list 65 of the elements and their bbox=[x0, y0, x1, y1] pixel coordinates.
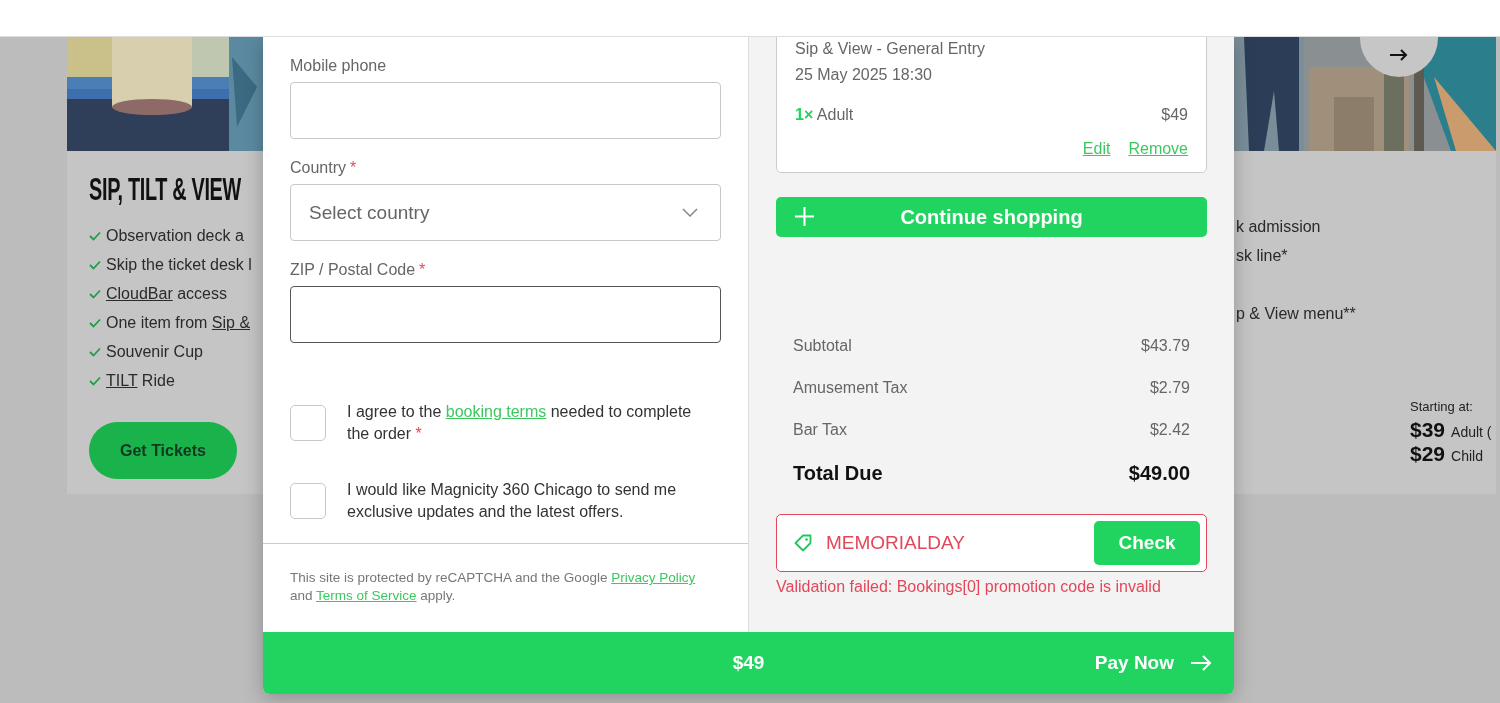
feature-text: p & View menu** bbox=[1236, 305, 1356, 323]
item-price: $49 bbox=[1161, 105, 1188, 125]
summary-value: $2.42 bbox=[1149, 421, 1190, 439]
summary-label: Subtotal bbox=[793, 337, 852, 355]
error-message: Validation failed: Bookings[0] promotion code is invalid bbox=[776, 577, 1162, 597]
field-label: Mobile phone bbox=[290, 57, 387, 75]
feature-text: CloudBar access bbox=[106, 285, 227, 303]
feature-text: sk line* bbox=[1236, 247, 1288, 265]
tag-icon bbox=[794, 534, 812, 552]
consent-text: I agree to the booking terms needed to complete the order * bbox=[347, 402, 693, 444]
check-icon bbox=[89, 376, 101, 386]
pay-amount: $49 bbox=[732, 652, 765, 674]
feature-text: k admission bbox=[1236, 218, 1321, 236]
feature-link[interactable]: TILT bbox=[106, 372, 138, 389]
feature-text: Skip the ticket desk l bbox=[106, 256, 252, 274]
check-icon bbox=[89, 347, 101, 357]
summary-label: Bar Tax bbox=[793, 421, 847, 439]
card-title: SIP, TILT & VIEW bbox=[89, 173, 241, 205]
item-date: 25 May 2025 18:30 bbox=[795, 65, 933, 85]
item-action-link[interactable]: Remove bbox=[1128, 140, 1188, 158]
field-label: ZIP / Postal Code bbox=[290, 261, 416, 279]
required-mark: * bbox=[350, 159, 357, 177]
continue-shopping-button[interactable]: Continue shopping bbox=[776, 197, 1207, 237]
price-unit: Adult ( bbox=[1451, 424, 1492, 440]
item-title: Sip & View - General Entry bbox=[795, 39, 986, 59]
checkbox[interactable] bbox=[290, 483, 326, 519]
terms-link[interactable]: Terms of Service bbox=[316, 588, 417, 603]
feature-text: One item from Sip & bbox=[106, 314, 251, 332]
promo-code-field[interactable]: MEMORIALDAY Check bbox=[776, 514, 1207, 572]
recaptcha-notice: This site is protected by reCAPTCHA and the Google Privacy Policy and Terms of Service apply. bbox=[290, 569, 697, 605]
summary-label: Amusement Tax bbox=[793, 379, 908, 397]
item-action-link[interactable]: Edit bbox=[1082, 140, 1111, 158]
check-icon bbox=[89, 318, 101, 328]
feature-text: Observation deck a bbox=[106, 227, 244, 245]
summary-value: $2.79 bbox=[1149, 379, 1190, 397]
plus-icon bbox=[794, 206, 815, 227]
price-amount: $39 bbox=[1410, 418, 1446, 442]
price-caption: Starting at: bbox=[1410, 399, 1474, 414]
feature-text: Souvenir Cup bbox=[106, 343, 203, 361]
summary-value: $49.00 bbox=[1128, 461, 1190, 485]
checkbox[interactable] bbox=[290, 405, 326, 441]
chevron-down-icon bbox=[682, 208, 698, 217]
country-select[interactable]: Select country bbox=[290, 184, 721, 241]
check-button[interactable]: Check bbox=[1094, 521, 1200, 565]
check-icon bbox=[89, 260, 101, 270]
consent-text: I would like Magnicity 360 Chicago to send me exclusive updates and the latest offers. bbox=[347, 480, 678, 522]
feature-link[interactable]: Sip & bbox=[211, 314, 251, 331]
check-icon bbox=[89, 289, 101, 299]
price-amount: $29 bbox=[1410, 442, 1446, 466]
price-unit: Child bbox=[1451, 448, 1483, 464]
pay-now-button[interactable]: Pay Now bbox=[1094, 648, 1212, 678]
required-mark: * bbox=[419, 261, 426, 279]
input-field[interactable] bbox=[290, 286, 721, 343]
get-tickets-button[interactable]: Get Tickets bbox=[89, 422, 237, 479]
arrow-right-icon bbox=[1390, 48, 1408, 61]
arrow-right-icon bbox=[1190, 655, 1212, 671]
check-icon bbox=[89, 231, 101, 241]
terms-link[interactable]: booking terms bbox=[445, 403, 547, 420]
ticket-line: 1× Adult bbox=[795, 105, 854, 125]
summary-value: $43.79 bbox=[1141, 337, 1190, 355]
feature-link[interactable]: CloudBar bbox=[106, 285, 173, 302]
summary-label: Total Due bbox=[793, 461, 883, 485]
policy-link[interactable]: Privacy Policy bbox=[611, 570, 696, 585]
field-label: Country bbox=[290, 159, 347, 177]
feature-text: TILT Ride bbox=[106, 372, 175, 390]
